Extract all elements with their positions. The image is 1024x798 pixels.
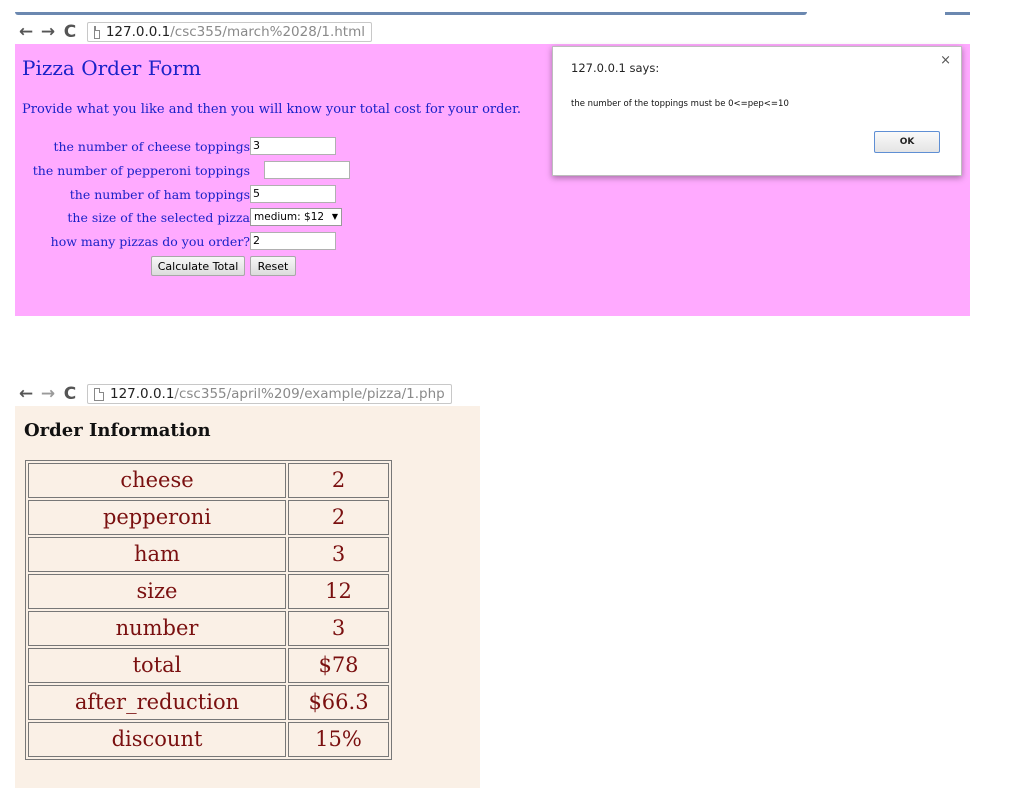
row-name: pepperoni [28,500,286,535]
bottom-url-host: 127.0.0.1 [110,386,175,402]
table-row: size 12 [28,574,389,609]
bottom-url-path: /csc355/april%209/example/pizza/1.php [174,386,445,402]
bottom-address-bar[interactable]: 127.0.0.1/csc355/april%209/example/pizza… [87,384,452,404]
row-value: $78 [288,648,389,683]
row-name: cheese [28,463,286,498]
dialog-title: 127.0.0.1 says: [571,61,660,75]
size-select[interactable]: medium: $12 ▼ [250,208,342,226]
reload-icon[interactable]: C [59,383,81,405]
row-value: 2 [288,500,389,535]
pepperoni-row: the number of pepperoni toppings [15,161,355,181]
row-name: total [28,648,286,683]
table-row: pepperoni 2 [28,500,389,535]
size-row: the size of the selected pizza medium: $… [15,208,355,228]
row-value: 3 [288,611,389,646]
page-icon [94,25,100,39]
row-value: 3 [288,537,389,572]
cheese-input[interactable]: 3 [250,137,336,155]
cheese-label: the number of cheese toppings [53,139,250,154]
close-icon[interactable]: × [940,53,951,68]
forward-arrow-icon[interactable]: → [37,383,59,405]
row-name: number [28,611,286,646]
ok-button[interactable]: OK [874,131,940,153]
calculate-total-button[interactable]: Calculate Total [151,256,245,276]
order-table: cheese 2 pepperoni 2 ham 3 size 12 numbe… [25,460,392,760]
count-input[interactable]: 2 [250,232,336,250]
forward-arrow-icon[interactable]: → [37,21,59,43]
page-title: Pizza Order Form [22,56,202,80]
table-row: cheese 2 [28,463,389,498]
order-information-page: Order Information cheese 2 pepperoni 2 h… [15,406,480,788]
top-address-bar[interactable]: 127.0.0.1/csc355/march%2028/1.html [87,22,372,42]
row-name: after_reduction [28,685,286,720]
reload-icon[interactable]: C [59,21,81,43]
bottom-browser-toolbar: ← → C 127.0.0.1/csc355/april%209/example… [15,382,480,406]
row-value: $66.3 [288,685,389,720]
ham-input[interactable]: 5 [250,185,336,203]
size-selected-value: medium: $12 [254,211,325,223]
pepperoni-input[interactable] [264,161,350,179]
top-browser-toolbar: ← → C 127.0.0.1/csc355/march%2028/1.html [15,20,970,44]
tab-strip [15,0,970,18]
table-row: total $78 [28,648,389,683]
table-row: number 3 [28,611,389,646]
order-info-title: Order Information [24,420,211,441]
cheese-row: the number of cheese toppings 3 [15,137,355,157]
row-value: 15% [288,722,389,757]
dropdown-arrow-icon: ▼ [331,212,338,221]
back-arrow-icon[interactable]: ← [15,21,37,43]
page-icon [94,387,104,401]
row-name: size [28,574,286,609]
ham-label: the number of ham toppings [69,187,250,202]
alert-dialog: 127.0.0.1 says: × the number of the topp… [552,46,962,176]
dialog-message: the number of the toppings must be 0<=pe… [571,99,789,109]
size-label: the size of the selected pizza [67,210,250,225]
top-url-host: 127.0.0.1 [105,24,171,40]
intro-text: Provide what you like and then you will … [22,102,522,117]
tab-indicator [15,12,807,15]
top-url-path: /csc355/march%2028/1.html [170,24,365,40]
row-name: ham [28,537,286,572]
row-value: 2 [288,463,389,498]
count-row: how many pizzas do you order? 2 [15,232,355,252]
pepperoni-label: the number of pepperoni toppings [32,163,250,178]
row-name: discount [28,722,286,757]
count-label: how many pizzas do you order? [50,234,250,249]
tab-indicator-right [945,12,970,15]
ham-row: the number of ham toppings 5 [15,185,355,205]
table-row: ham 3 [28,537,389,572]
row-value: 12 [288,574,389,609]
reset-button[interactable]: Reset [250,256,296,276]
back-arrow-icon[interactable]: ← [15,383,37,405]
table-row: after_reduction $66.3 [28,685,389,720]
table-row: discount 15% [28,722,389,757]
